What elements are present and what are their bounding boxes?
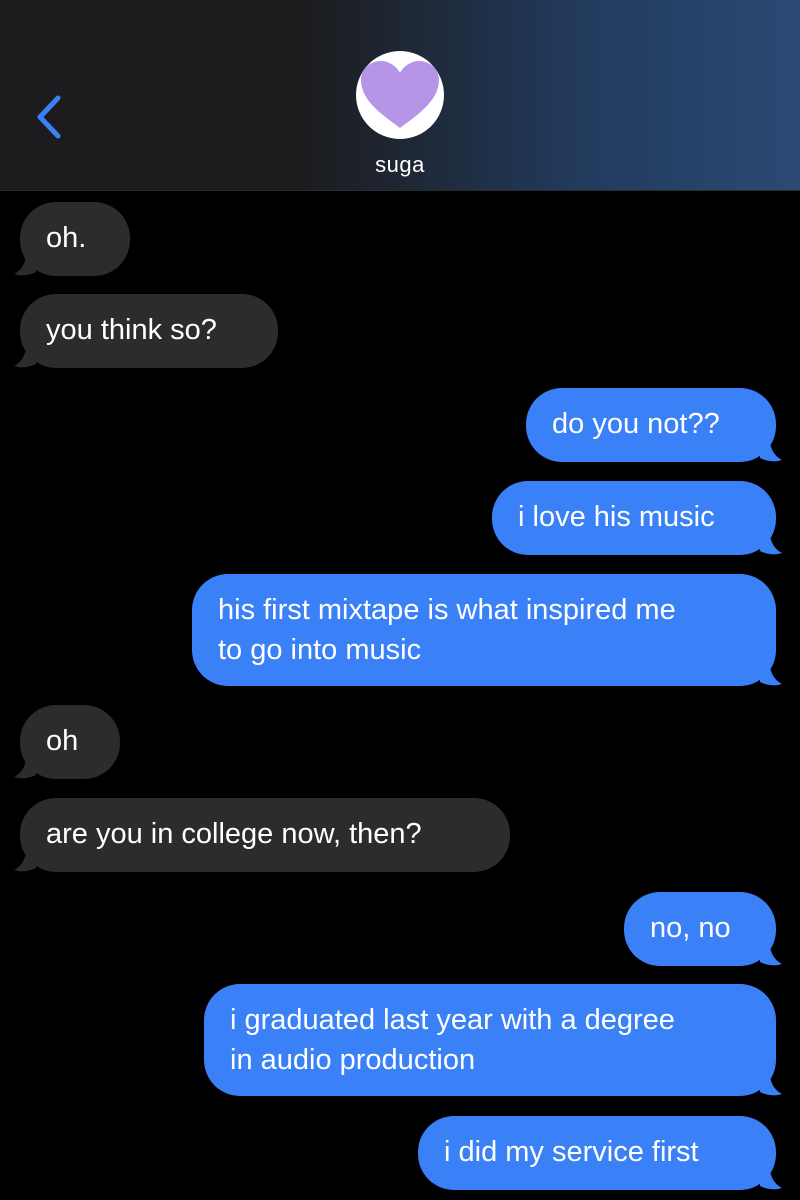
purple-heart-icon (361, 61, 439, 128)
message-text-line-2: to go into music (218, 634, 422, 666)
chevron-left-icon (37, 95, 61, 139)
message-text: oh. (46, 222, 87, 254)
message-text: no, no (650, 912, 731, 944)
message-text: you think so? (46, 314, 217, 346)
incoming-message[interactable]: you think so? (14, 294, 278, 368)
message-text-line-1: his first mixtape is what inspired me (218, 594, 676, 626)
message-text: i love his music (518, 501, 715, 533)
incoming-message[interactable]: oh (14, 705, 120, 779)
conversation-header: suga (0, 0, 800, 191)
bubble-tail (760, 1168, 782, 1190)
bubble-tail (760, 664, 782, 686)
outgoing-message[interactable]: no, no (624, 892, 782, 966)
incoming-message[interactable]: are you in college now, then? (14, 798, 510, 872)
contact-avatar[interactable] (356, 51, 444, 139)
message-text: oh (46, 725, 79, 757)
message-text-line-2: in audio production (230, 1044, 476, 1076)
outgoing-message[interactable]: i love his music (492, 481, 782, 555)
outgoing-message[interactable]: his first mixtape is what inspired me to… (192, 574, 782, 686)
message-thread[interactable]: oh. you think so? do you not?? i love hi… (0, 190, 800, 1200)
outgoing-message[interactable]: do you not?? (526, 388, 782, 462)
message-text-line-1: i graduated last year with a degree (230, 1004, 675, 1036)
incoming-message[interactable]: oh. (14, 202, 130, 276)
bubble-tail (14, 254, 36, 276)
bubble-tail (760, 440, 782, 462)
bubble-tail (14, 757, 36, 779)
bubble-tail (14, 850, 36, 872)
message-text: i did my service first (444, 1136, 699, 1168)
outgoing-message[interactable]: i did my service first (418, 1116, 782, 1190)
bubble-tail (760, 533, 782, 555)
back-button[interactable] (30, 92, 70, 142)
outgoing-message[interactable]: i graduated last year with a degree in a… (204, 984, 782, 1096)
message-text: are you in college now, then? (46, 818, 422, 850)
bubble-tail (760, 1074, 782, 1096)
message-text: do you not?? (552, 408, 720, 440)
bubble-tail (760, 944, 782, 966)
bubble-tail (14, 346, 36, 368)
contact-name[interactable]: suga (0, 152, 800, 178)
messages-screen: suga oh. you think so? do you not?? i lo… (0, 0, 800, 1200)
